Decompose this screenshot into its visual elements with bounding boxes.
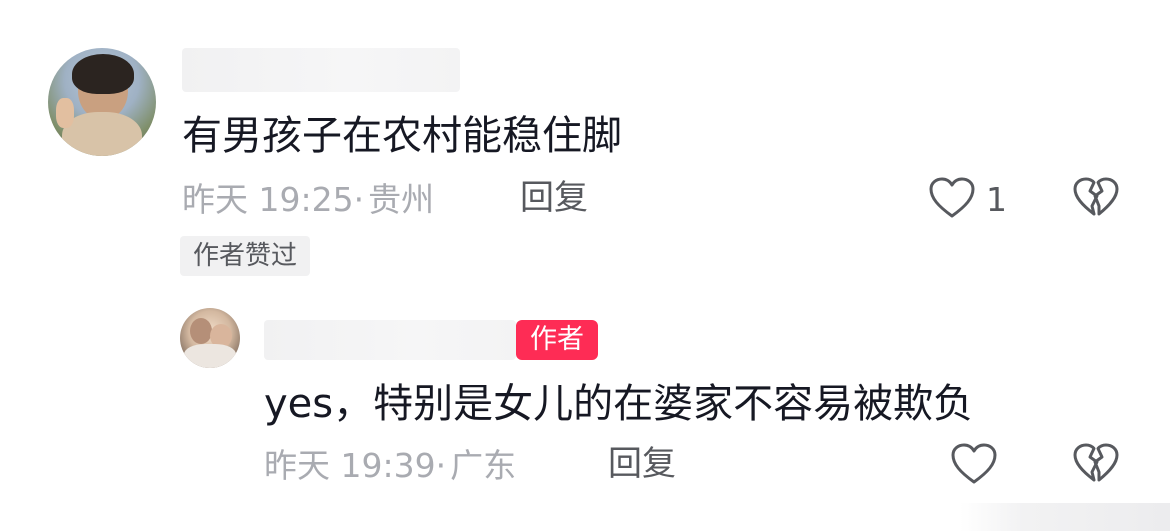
meta-separator: · (435, 446, 447, 485)
author-badge: 作者 (516, 320, 598, 360)
reply-meta: 昨天 19:39· 广东 (264, 446, 516, 486)
comment-location: 贵州 (368, 180, 435, 219)
commenter-avatar[interactable] (48, 48, 156, 156)
broken-heart-icon[interactable] (1072, 176, 1120, 220)
reply-time: 昨天 19:39 (264, 446, 436, 485)
meta-separator: · (353, 180, 365, 219)
watermark (960, 503, 1170, 531)
author-liked-badge: 作者赞过 (180, 236, 311, 276)
reply-text: yes，特别是女儿的在婆家不容易被欺负 (264, 381, 974, 427)
comment-time: 昨天 19:25 (182, 180, 354, 219)
reply-author-username[interactable] (264, 320, 516, 360)
reply-button[interactable]: 回复 (608, 444, 676, 484)
reply-location: 广东 (450, 446, 517, 485)
comment-meta: 昨天 19:25· 贵州 (182, 180, 434, 220)
heart-icon[interactable] (928, 176, 976, 220)
comment-text: 有男孩子在农村能稳住脚 (182, 113, 622, 159)
commenter-username[interactable] (182, 48, 460, 92)
like-count: 1 (986, 180, 1007, 219)
broken-heart-icon[interactable] (1072, 442, 1120, 486)
heart-icon[interactable] (950, 442, 998, 486)
reply-button[interactable]: 回复 (520, 178, 588, 218)
reply-author-avatar[interactable] (180, 308, 240, 368)
